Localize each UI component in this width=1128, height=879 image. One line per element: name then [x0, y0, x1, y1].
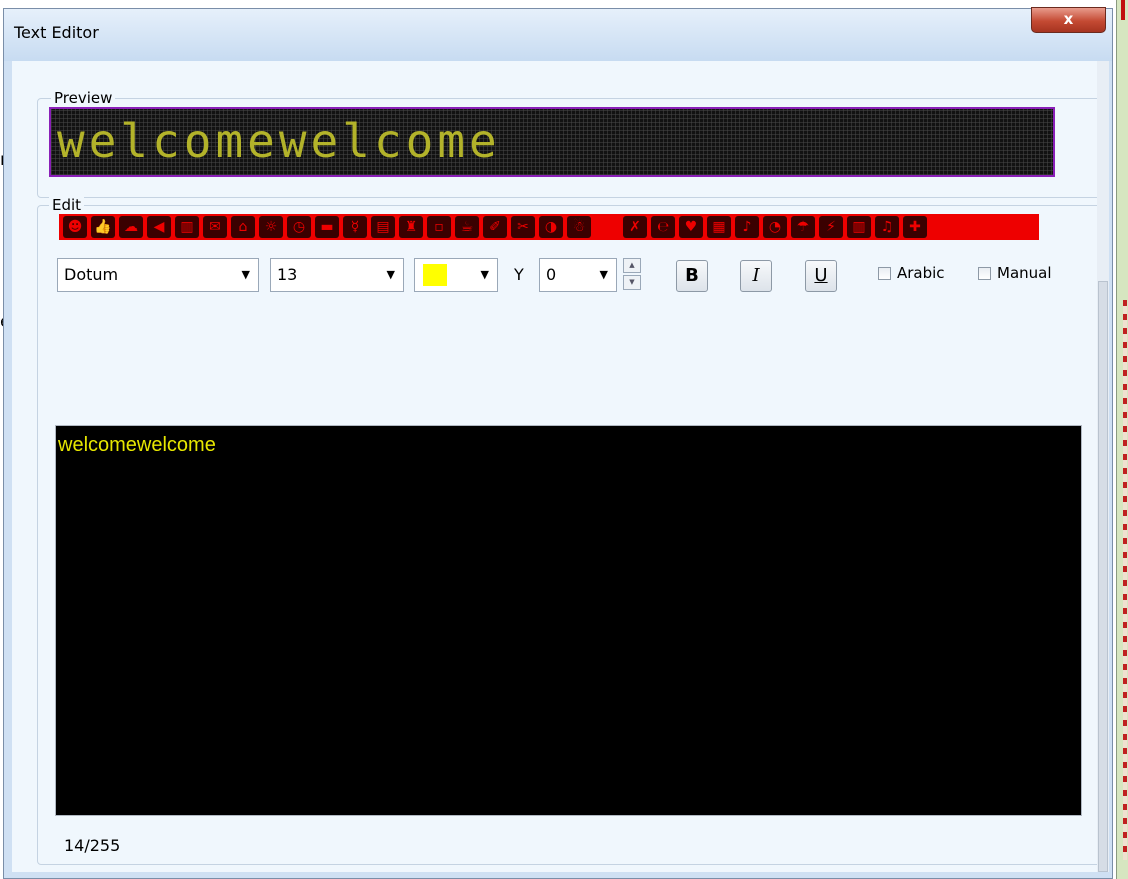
dialog-body: Preview welcomewelcome Edit ☻ 👍 ☁ ◀ ▥ ✉ ⌂ ☼ ◷ ▬ ☿ ▤…	[12, 61, 1101, 872]
symbol-button[interactable]: ◷	[287, 216, 311, 238]
symbol-button[interactable]: ☁	[119, 216, 143, 238]
font-select[interactable]: Dotum ▼	[57, 258, 259, 292]
symbol-button[interactable]: ✗	[623, 216, 647, 238]
symbol-button[interactable]: ⚡	[819, 216, 843, 238]
symbol-button[interactable]: 👍	[91, 216, 115, 238]
size-select-value: 13	[277, 265, 298, 284]
symbol-button[interactable]: ✂	[511, 216, 535, 238]
background-window-edge	[1116, 0, 1128, 879]
chevron-down-icon: ▼	[480, 268, 489, 281]
y-offset-value: 0	[546, 265, 557, 284]
symbol-button[interactable]: ♪	[735, 216, 759, 238]
arabic-label: Arabic	[897, 264, 945, 282]
led-preview-display: welcomewelcome	[49, 107, 1055, 177]
chevron-down-icon: ▼	[386, 268, 395, 281]
size-select[interactable]: 13 ▼	[270, 258, 404, 292]
symbol-button[interactable]: ☂	[791, 216, 815, 238]
vertical-scrollbar[interactable]	[1097, 61, 1109, 872]
symbol-button[interactable]: ♜	[399, 216, 423, 238]
preview-text: welcomewelcome	[57, 114, 501, 168]
symbol-button[interactable]: ◔	[763, 216, 787, 238]
preview-group-label: Preview	[51, 89, 116, 107]
character-counter: 14/255	[64, 836, 121, 855]
symbol-button[interactable]: ♥	[679, 216, 703, 238]
window-title: Text Editor	[14, 23, 99, 42]
edit-text-content: welcomewelcome	[58, 434, 216, 456]
symbol-button[interactable]: ✐	[483, 216, 507, 238]
symbol-button[interactable]: ☕	[455, 216, 479, 238]
manual-label: Manual	[997, 264, 1052, 282]
symbol-button[interactable]: ▥	[175, 216, 199, 238]
chevron-down-icon: ▼	[599, 268, 608, 281]
manual-option[interactable]: Manual	[978, 264, 1052, 282]
symbol-button[interactable]: ▫	[427, 216, 451, 238]
scrollbar-thumb[interactable]	[1098, 281, 1108, 872]
symbol-button[interactable]: ▦	[707, 216, 731, 238]
chevron-down-icon: ▼	[241, 268, 250, 281]
color-select[interactable]: ▼	[414, 258, 498, 292]
symbol-button[interactable]: ☃	[567, 216, 591, 238]
symbol-button[interactable]: ☿	[343, 216, 367, 238]
spin-up-button[interactable]: ▲	[623, 258, 641, 273]
symbol-button[interactable]: ♫	[875, 216, 899, 238]
symbol-button[interactable]: ◀	[147, 216, 171, 238]
y-label: Y	[514, 265, 524, 284]
symbol-button[interactable]: ✉	[203, 216, 227, 238]
symbol-button[interactable]: ⌂	[231, 216, 255, 238]
symbol-button[interactable]: ☼	[259, 216, 283, 238]
symbol-button[interactable]: ✚	[903, 216, 927, 238]
symbol-button[interactable]: ▬	[315, 216, 339, 238]
symbol-button[interactable]: ▥	[847, 216, 871, 238]
font-select-value: Dotum	[64, 265, 119, 284]
title-bar[interactable]: Text Editor x	[4, 7, 1112, 61]
edit-group-label: Edit	[49, 196, 85, 214]
text-editor-window: Text Editor x Preview welcomewelcome Edi…	[3, 7, 1113, 879]
y-offset-select[interactable]: 0 ▼	[539, 258, 617, 292]
symbol-button[interactable]	[595, 216, 619, 238]
color-swatch	[423, 264, 447, 286]
symbol-button[interactable]: ▤	[371, 216, 395, 238]
bold-button[interactable]: B	[676, 260, 708, 292]
symbol-palette: ☻ 👍 ☁ ◀ ▥ ✉ ⌂ ☼ ◷ ▬ ☿ ▤ ♜ ▫ ☕ ✐ ✂ ◑ ☃ ✗ ℮ ♥ ▦ ♪ ◔ ☂ ⚡ ▥ ♫ ✚	[59, 214, 1039, 240]
close-button[interactable]: x	[1031, 7, 1106, 33]
manual-checkbox[interactable]	[978, 266, 991, 280]
spin-down-button[interactable]: ▼	[623, 275, 641, 290]
underline-button[interactable]: U	[805, 260, 837, 292]
italic-button[interactable]: I	[740, 260, 772, 292]
symbol-button[interactable]: ◑	[539, 216, 563, 238]
symbol-button[interactable]: ℮	[651, 216, 675, 238]
arabic-checkbox[interactable]	[878, 266, 891, 280]
text-edit-area[interactable]: welcomewelcome	[55, 425, 1082, 816]
symbol-button[interactable]: ☻	[63, 216, 87, 238]
arabic-option[interactable]: Arabic	[878, 264, 945, 282]
